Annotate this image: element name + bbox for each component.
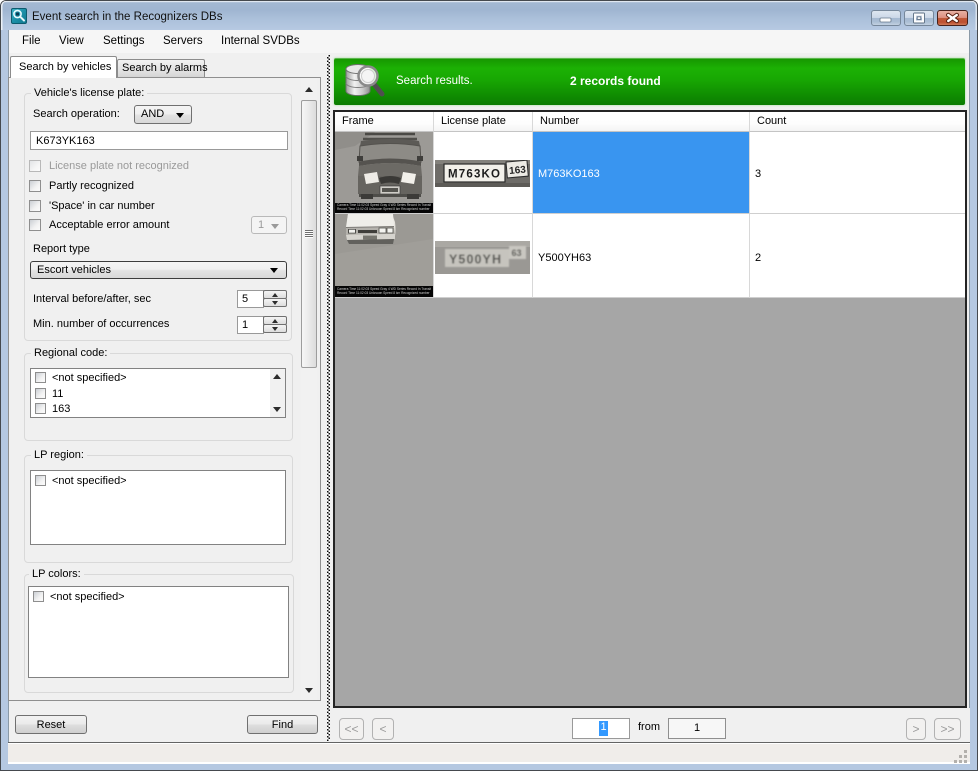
svg-text:Y500YH: Y500YH	[449, 253, 501, 267]
svg-text:Record Time 11:02:03 Unknown S: Record Time 11:02:03 Unknown Speed 8 km …	[337, 207, 431, 211]
svg-text:163: 163	[508, 164, 526, 176]
svg-text:Record Time 11:02:03 Unknown S: Record Time 11:02:03 Unknown Speed 8 km …	[337, 291, 431, 295]
svg-text:63: 63	[511, 248, 521, 258]
svg-text:M763KO: M763KO	[448, 169, 500, 181]
